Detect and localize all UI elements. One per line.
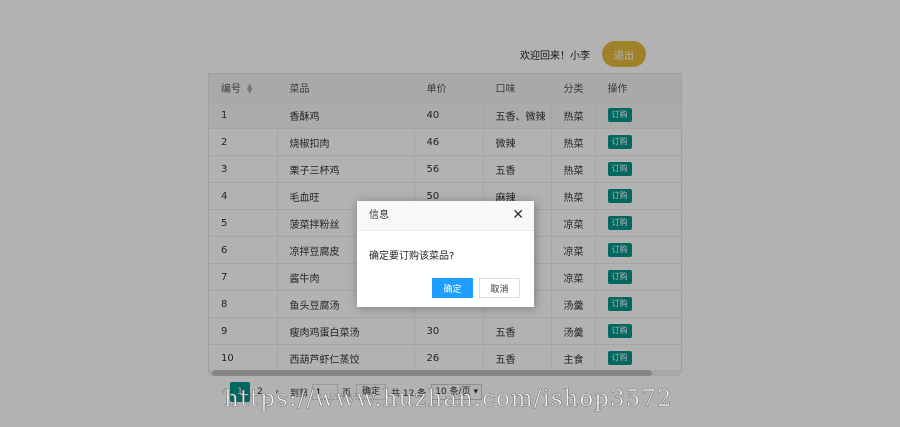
confirm-dialog: 信息 ✕ 确定要订购该菜品? 确定 取消 [357,201,534,307]
dialog-ok-button[interactable]: 确定 [432,278,473,298]
dialog-title: 信息 ✕ [357,201,534,231]
watermark: https://www.huzhan.com/ishop3572 [224,386,673,413]
dialog-cancel-button[interactable]: 取消 [479,278,520,298]
close-icon[interactable]: ✕ [512,201,524,230]
dialog-message: 确定要订购该菜品? [369,251,455,262]
